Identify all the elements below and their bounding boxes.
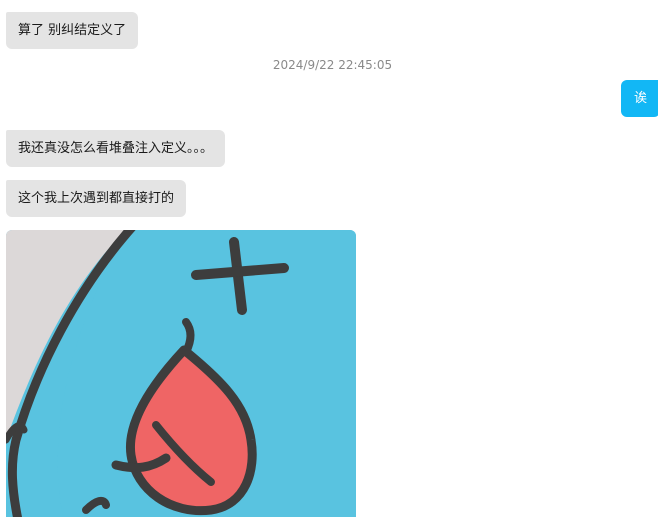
sticker-image[interactable]: [6, 230, 356, 517]
sticker-mouth-stroke: [182, 318, 195, 356]
message-bubble-incoming[interactable]: 算了 别纠结定义了: [6, 12, 139, 49]
message-bubble-incoming[interactable]: 我还真没怎么看堆叠注入定义。。。: [6, 130, 226, 167]
sticker-image-drawing: [6, 230, 356, 517]
chat-message-area: 算了 别纠结定义了 2024/9/22 22:45:05 诶 我还真没怎么看堆叠…: [0, 0, 658, 517]
message-bubble-incoming[interactable]: 这个我上次遇到都直接打的: [6, 180, 187, 217]
message-timestamp: 2024/9/22 22:45:05: [272, 58, 393, 72]
sticker-eye-stroke: [191, 263, 289, 280]
message-bubble-outgoing[interactable]: 诶: [621, 80, 658, 117]
